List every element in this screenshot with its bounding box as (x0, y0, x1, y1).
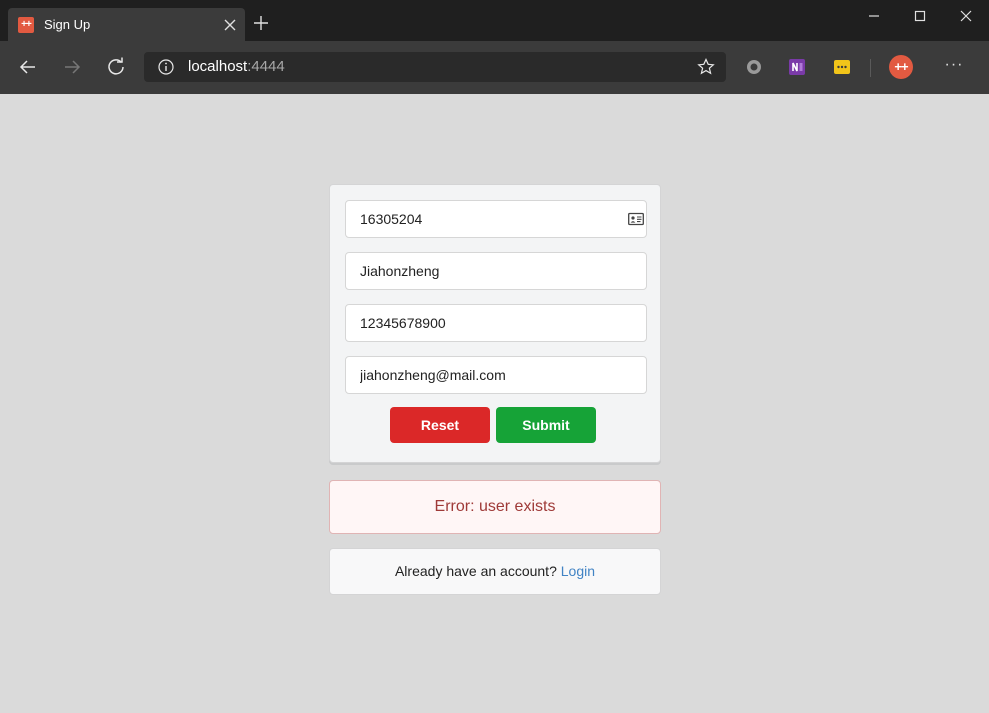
maximize-icon[interactable] (910, 6, 930, 26)
reset-button[interactable]: Reset (390, 407, 490, 443)
favorite-star-icon[interactable] (696, 57, 716, 77)
login-link[interactable]: Login (561, 563, 595, 579)
browser-tab[interactable]: ++ Sign Up (8, 8, 245, 41)
address-bar[interactable]: localhost:4444 (144, 52, 726, 82)
phone-input[interactable] (346, 305, 646, 341)
student-id-input[interactable] (346, 201, 646, 237)
student-id-field[interactable] (345, 200, 647, 238)
refresh-icon[interactable] (105, 56, 127, 78)
id-card-icon (628, 212, 644, 226)
record-extension-icon[interactable] (744, 57, 764, 77)
url-text[interactable]: localhost:4444 (188, 58, 285, 75)
username-input[interactable] (346, 253, 646, 289)
tab-title: Sign Up (44, 17, 91, 32)
more-menu-icon[interactable]: ··· (944, 55, 964, 75)
notes-extension-icon[interactable] (832, 57, 852, 77)
profile-avatar[interactable]: ++ (889, 55, 913, 79)
email-input[interactable] (346, 357, 646, 393)
close-tab-icon[interactable] (221, 16, 239, 34)
login-prompt: Already have an account? Login (329, 548, 661, 595)
login-prompt-text: Already have an account? (394, 563, 561, 579)
close-window-icon[interactable] (956, 6, 976, 26)
error-message: Error: user exists (329, 480, 661, 534)
minimize-icon[interactable] (864, 6, 884, 26)
phone-field[interactable] (345, 304, 647, 342)
favicon-icon: ++ (18, 17, 34, 33)
forward-arrow-icon[interactable] (61, 56, 83, 78)
signup-form: Reset Submit (329, 184, 661, 463)
browser-titlebar: ++ Sign Up (0, 0, 989, 41)
back-arrow-icon[interactable] (17, 56, 39, 78)
browser-toolbar: localhost:4444 ++ ··· (0, 41, 989, 94)
onenote-icon[interactable] (787, 57, 807, 77)
email-field[interactable] (345, 356, 647, 394)
toolbar-divider (870, 59, 871, 77)
info-icon[interactable] (157, 58, 175, 76)
submit-button[interactable]: Submit (496, 407, 596, 443)
username-field[interactable] (345, 252, 647, 290)
url-host: localhost (188, 58, 248, 75)
new-tab-icon[interactable] (252, 14, 270, 32)
url-port: :4444 (247, 58, 285, 75)
